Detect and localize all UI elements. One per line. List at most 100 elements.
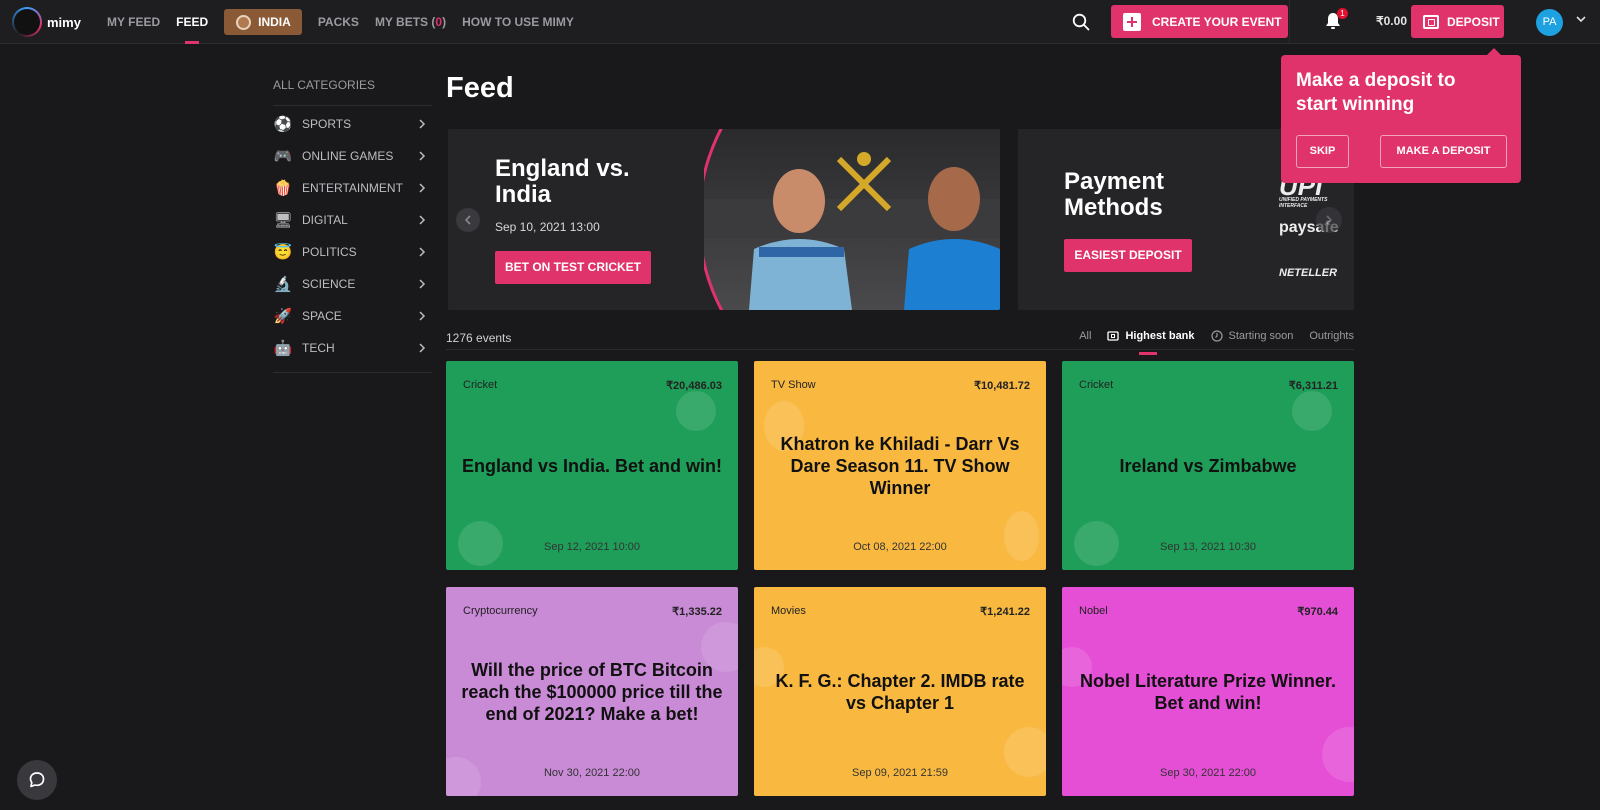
filter-label: Starting soon bbox=[1228, 330, 1294, 342]
nav-india[interactable]: INDIA bbox=[224, 9, 302, 35]
event-card[interactable]: Cricket ₹6,311.21 Ireland vs Zimbabwe Se… bbox=[1062, 361, 1354, 570]
filter-all[interactable]: All bbox=[1079, 327, 1091, 345]
sidebar-item-science[interactable]: 🔬 SCIENCE bbox=[273, 268, 432, 300]
decoration-statue bbox=[1004, 511, 1039, 561]
banner-date: Sep 10, 2021 13:00 bbox=[495, 220, 600, 234]
event-card[interactable]: Nobel ₹970.44 Nobel Literature Prize Win… bbox=[1062, 587, 1354, 796]
chevron-right-icon bbox=[419, 279, 426, 289]
skip-button[interactable]: SKIP bbox=[1296, 135, 1349, 168]
card-category: Movies bbox=[771, 605, 806, 617]
chevron-right-icon bbox=[419, 247, 426, 257]
card-bank: ₹20,486.03 bbox=[666, 380, 722, 392]
search-icon[interactable] bbox=[1072, 13, 1090, 31]
card-category: Cricket bbox=[1079, 379, 1114, 391]
card-bank: ₹1,335.22 bbox=[672, 606, 722, 618]
sidebar-item-label: SCIENCE bbox=[302, 277, 356, 291]
sidebar-item-entertainment[interactable]: 🍿 ENTERTAINMENT bbox=[273, 172, 432, 204]
nav-my-bets-label: MY BETS ( bbox=[374, 15, 436, 29]
card-title: Khatron ke Khiladi - Darr Vs Dare Season… bbox=[780, 433, 1020, 498]
neteller-logo: NETELLER bbox=[1279, 267, 1338, 279]
popup-title: Make a deposit to start winning bbox=[1296, 69, 1455, 117]
chevron-left-icon bbox=[464, 215, 471, 225]
popup-title-line2: start winning bbox=[1296, 94, 1415, 115]
chat-button[interactable] bbox=[17, 760, 57, 800]
sidebar-item-tech[interactable]: 🤖 TECH bbox=[273, 332, 432, 364]
sidebar-item-sports[interactable]: ⚽ SPORTS bbox=[273, 108, 432, 140]
card-bank: ₹970.44 bbox=[1297, 606, 1338, 618]
cricket-players-image bbox=[704, 129, 1000, 310]
india-emblem-icon bbox=[236, 14, 252, 30]
carousel-prev-button[interactable] bbox=[456, 208, 480, 232]
event-card[interactable]: Movies ₹1,241.22 K. F. G.: Chapter 2. IM… bbox=[754, 587, 1046, 796]
card-date: Sep 12, 2021 10:00 bbox=[543, 541, 641, 553]
my-bets-count: 0 bbox=[435, 15, 443, 29]
card-category: Cryptocurrency bbox=[463, 605, 538, 617]
nav-my-bets-close: ) bbox=[442, 15, 447, 29]
carousel-next-button[interactable] bbox=[1316, 207, 1342, 233]
chevron-right-icon bbox=[419, 215, 426, 225]
card-category: TV Show bbox=[771, 379, 816, 391]
banner-title: England vs. India bbox=[495, 156, 630, 208]
event-card[interactable]: TV Show ₹10,481.72 Khatron ke Khiladi - … bbox=[754, 361, 1046, 570]
banner2-title: Payment Methods bbox=[1064, 169, 1164, 221]
banner-title-line1: England vs. bbox=[495, 155, 630, 182]
soccer-ball-icon: ⚽ bbox=[273, 116, 293, 133]
logo[interactable]: mimy bbox=[12, 7, 81, 37]
rocket-icon: 🚀 bbox=[273, 308, 293, 325]
sidebar-item-label: ENTERTAINMENT bbox=[302, 181, 403, 195]
create-event-button[interactable]: CREATE YOUR EVENT bbox=[1111, 5, 1288, 38]
sidebar-item-label: SPACE bbox=[302, 309, 342, 323]
nav-my-feed[interactable]: MY FEED bbox=[107, 0, 160, 44]
chevron-right-icon bbox=[419, 343, 426, 353]
sidebar-item-label: POLITICS bbox=[302, 245, 357, 259]
bet-on-test-cricket-button[interactable]: BET ON TEST CRICKET bbox=[495, 251, 651, 284]
top-navigation-bar: mimy MY FEED FEED INDIA PACKS MY BETS (0… bbox=[0, 0, 1600, 44]
easiest-deposit-button[interactable]: EASIEST DEPOSIT bbox=[1064, 239, 1192, 272]
card-category: Cricket bbox=[463, 379, 498, 391]
banner2-title-line2: Methods bbox=[1064, 194, 1163, 221]
microscope-icon: 🔬 bbox=[273, 276, 293, 293]
banner-england-india[interactable]: England vs. India Sep 10, 2021 13:00 BET… bbox=[448, 129, 1000, 310]
filter-starting-soon[interactable]: Starting soon bbox=[1210, 327, 1294, 345]
chevron-right-icon bbox=[419, 311, 426, 321]
gamepad-icon: 🎮 bbox=[273, 148, 293, 165]
chat-bubble-icon bbox=[29, 772, 45, 788]
angel-face-icon: 😇 bbox=[273, 244, 293, 261]
popcorn-icon: 🍿 bbox=[273, 180, 293, 197]
event-card[interactable]: Cricket ₹20,486.03 England vs India. Bet… bbox=[446, 361, 738, 570]
make-deposit-button[interactable]: MAKE A DEPOSIT bbox=[1380, 135, 1507, 168]
category-sidebar: ALL CATEGORIES ⚽ SPORTS 🎮 ONLINE GAMES 🍿… bbox=[273, 72, 432, 373]
sidebar-item-politics[interactable]: 😇 POLITICS bbox=[273, 236, 432, 268]
sidebar-title[interactable]: ALL CATEGORIES bbox=[273, 72, 432, 106]
card-bank: ₹10,481.72 bbox=[974, 380, 1030, 392]
deposit-button[interactable]: DEPOSIT bbox=[1411, 5, 1504, 38]
sidebar-item-digital[interactable]: 🖥 DIGITAL bbox=[273, 204, 432, 236]
event-card[interactable]: Cryptocurrency ₹1,335.22 Will the price … bbox=[446, 587, 738, 796]
events-count: 1276 events bbox=[446, 331, 512, 345]
nav-packs[interactable]: PACKS bbox=[318, 0, 359, 44]
notification-badge: 1 bbox=[1337, 8, 1348, 19]
page-title: Feed bbox=[446, 72, 514, 104]
filter-label: All bbox=[1079, 330, 1092, 342]
nav-how-to-use[interactable]: HOW TO USE MIMY bbox=[462, 0, 574, 44]
decoration-ball bbox=[1292, 391, 1332, 431]
sidebar-item-online-games[interactable]: 🎮 ONLINE GAMES bbox=[273, 140, 432, 172]
card-date: Oct 08, 2021 22:00 bbox=[853, 541, 947, 553]
card-date: Sep 30, 2021 22:00 bbox=[1159, 767, 1257, 779]
category-list: ⚽ SPORTS 🎮 ONLINE GAMES 🍿 ENTERTAINMENT … bbox=[273, 106, 432, 373]
avatar[interactable]: PA bbox=[1536, 9, 1563, 36]
balance: ₹0.00 bbox=[1376, 14, 1407, 28]
nav-feed[interactable]: FEED bbox=[176, 0, 208, 44]
sidebar-item-label: DIGITAL bbox=[302, 213, 348, 227]
filter-outrights[interactable]: Outrights bbox=[1309, 327, 1354, 345]
filter-highest-bank[interactable]: Highest bank bbox=[1107, 327, 1195, 355]
banknote-icon bbox=[1107, 331, 1120, 341]
chevron-right-icon bbox=[1326, 215, 1333, 225]
list-divider bbox=[446, 349, 1354, 350]
nav-my-bets[interactable]: MY BETS (0) bbox=[375, 0, 446, 44]
sidebar-item-space[interactable]: 🚀 SPACE bbox=[273, 300, 432, 332]
chevron-down-icon[interactable] bbox=[1576, 14, 1586, 24]
card-title: Ireland vs Zimbabwe bbox=[1119, 455, 1297, 476]
banner-title-line2: India bbox=[495, 181, 552, 208]
card-bank: ₹6,311.21 bbox=[1288, 380, 1338, 392]
